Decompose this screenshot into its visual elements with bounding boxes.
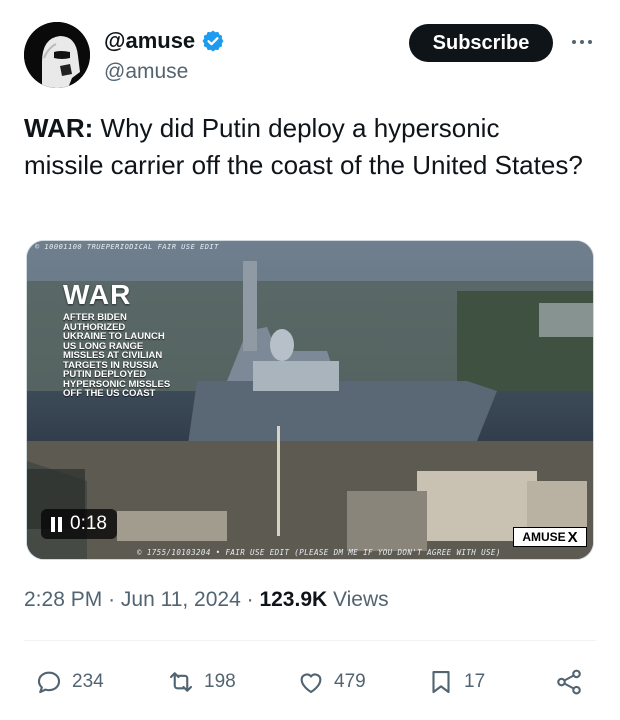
views-label: Views bbox=[333, 588, 389, 611]
video-overlay-title: WAR bbox=[63, 279, 132, 310]
video-player[interactable]: © 10001100 TRUEPERIODICAL FAIR USE EDIT … bbox=[26, 240, 594, 560]
views-count: 123.9K bbox=[259, 588, 328, 611]
pause-button[interactable]: 0:18 bbox=[41, 509, 117, 539]
reply-icon bbox=[37, 671, 61, 694]
repost-button[interactable]: 198 bbox=[166, 660, 236, 704]
watermark-text: AMUSE bbox=[522, 530, 566, 544]
amuse-watermark: AMUSE X bbox=[513, 527, 587, 547]
action-bar: 234 198 479 17 bbox=[34, 660, 594, 704]
tweet-body: Why did Putin deploy a hypersonic missil… bbox=[24, 113, 583, 180]
video-timer: 0:18 bbox=[70, 513, 107, 534]
like-count: 479 bbox=[334, 671, 366, 692]
name-row: @amuse bbox=[104, 28, 225, 54]
meta-separator: · bbox=[108, 588, 121, 611]
bookmark-button[interactable]: 17 bbox=[426, 660, 485, 704]
pause-icon bbox=[51, 516, 62, 532]
verified-badge-icon bbox=[202, 30, 224, 52]
handle[interactable]: @amuse bbox=[104, 60, 188, 84]
subscribe-button[interactable]: Subscribe bbox=[409, 24, 553, 62]
display-name[interactable]: @amuse bbox=[104, 28, 195, 54]
avatar[interactable] bbox=[24, 22, 90, 88]
bookmark-count: 17 bbox=[464, 671, 486, 692]
video-bottom-credit: © 1755/10103204 • FAIR USE EDIT (PLEASE … bbox=[137, 548, 501, 557]
tweet-meta: 2:28 PM · Jun 11, 2024 · 123.9K Views bbox=[24, 588, 389, 612]
video-overlay-text: AFTER BIDEN AUTHORIZED UKRAINE TO LAUNCH… bbox=[63, 313, 193, 399]
bookmark-icon bbox=[432, 670, 450, 694]
reply-count: 234 bbox=[72, 671, 104, 692]
tweet-header: @amuse @amuse Subscribe bbox=[24, 22, 596, 92]
video-top-caption: © 10001100 TRUEPERIODICAL FAIR USE EDIT bbox=[35, 243, 219, 251]
heart-icon bbox=[300, 673, 322, 694]
watermark-x: X bbox=[567, 528, 578, 546]
share-button[interactable] bbox=[554, 660, 584, 704]
meta-separator: · bbox=[246, 588, 260, 611]
repost-count: 198 bbox=[204, 671, 236, 692]
divider bbox=[24, 640, 596, 641]
like-button[interactable]: 479 bbox=[296, 660, 366, 704]
more-horizontal-icon[interactable] bbox=[568, 30, 596, 54]
stormtrooper-avatar-icon bbox=[24, 22, 90, 88]
tweet-text: WAR: Why did Putin deploy a hypersonic m… bbox=[24, 110, 584, 184]
repost-icon bbox=[169, 672, 193, 692]
share-icon bbox=[557, 669, 581, 695]
tweet-time[interactable]: 2:28 PM bbox=[24, 588, 102, 611]
tweet-lead: WAR: bbox=[24, 113, 94, 143]
tweet-date[interactable]: Jun 11, 2024 bbox=[121, 588, 241, 611]
overlay-line: OFF THE US COAST bbox=[63, 388, 156, 399]
reply-button[interactable]: 234 bbox=[34, 660, 104, 704]
